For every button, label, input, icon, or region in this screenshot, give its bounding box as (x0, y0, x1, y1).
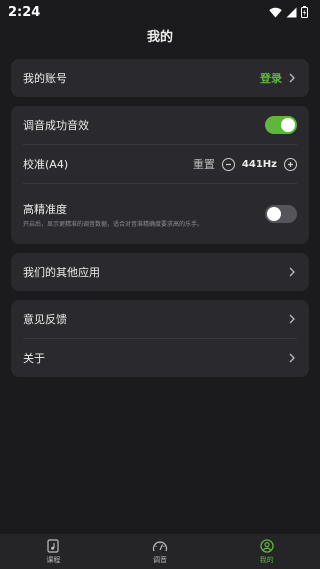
login-link[interactable]: 登录 (260, 70, 282, 86)
account-row[interactable]: 我的账号 登录 (11, 59, 309, 97)
calibration-label: 校准(A4) (23, 158, 69, 171)
calibration-row: 校准(A4) 重置 441Hz (11, 145, 309, 183)
other-apps-card: 我们的其他应用 (11, 253, 309, 291)
precision-row: 高精准度 开启后，显示更精准的调音数据，适合对音准精确度要求高的乐手。 (11, 184, 309, 244)
status-bar: 2:24 (0, 0, 320, 24)
plus-icon (288, 161, 293, 167)
increase-frequency-button[interactable] (284, 157, 297, 171)
precision-label: 高精准度 (23, 202, 67, 216)
page-title: 我的 (146, 30, 173, 45)
nav-label: 我的 (259, 555, 274, 564)
battery-icon (301, 6, 308, 18)
about-label: 关于 (23, 352, 45, 365)
feedback-label: 意见反馈 (23, 313, 67, 326)
tuning-card: 调音成功音效 校准(A4) 重置 441Hz 高精准度 开启后，显示更精准的调音… (11, 106, 309, 244)
precision-description: 开启后，显示更精准的调音数据，适合对音准精确度要求高的乐手。 (23, 220, 204, 228)
account-card: 我的账号 登录 (11, 59, 309, 97)
signal-icon (286, 7, 297, 17)
sound-effect-row: 调音成功音效 (11, 106, 309, 144)
gauge-icon (152, 540, 168, 551)
bottom-nav: 课程 调音 我的 (0, 534, 320, 569)
profile-icon (259, 538, 274, 553)
chevron-right-icon (289, 353, 295, 363)
nav-item-course[interactable]: 课程 (23, 538, 83, 565)
chevron-right-icon (289, 314, 295, 324)
other-apps-row[interactable]: 我们的其他应用 (11, 253, 309, 291)
frequency-value: 441Hz (241, 158, 277, 170)
nav-label: 课程 (46, 555, 61, 564)
nav-item-mine[interactable]: 我的 (237, 538, 297, 565)
decrease-frequency-button[interactable] (221, 157, 235, 171)
reset-button[interactable]: 重置 (193, 156, 215, 172)
music-note-icon (47, 538, 59, 553)
about-row[interactable]: 关于 (11, 339, 309, 377)
feedback-row[interactable]: 意见反馈 (11, 300, 309, 338)
misc-card: 意见反馈 关于 (11, 300, 309, 377)
sound-effect-label: 调音成功音效 (23, 119, 89, 132)
nav-label: 调音 (152, 555, 167, 564)
sound-effect-toggle[interactable] (265, 116, 297, 134)
chevron-right-icon (289, 73, 295, 83)
chevron-right-icon (289, 267, 295, 277)
nav-item-tuner[interactable]: 调音 (130, 539, 190, 565)
status-icons (269, 6, 308, 18)
status-time: 2:24 (8, 4, 41, 20)
account-label: 我的账号 (23, 72, 67, 85)
wifi-icon (269, 7, 282, 17)
precision-toggle[interactable] (265, 205, 297, 223)
other-apps-label: 我们的其他应用 (23, 266, 100, 279)
minus-icon (225, 163, 231, 165)
